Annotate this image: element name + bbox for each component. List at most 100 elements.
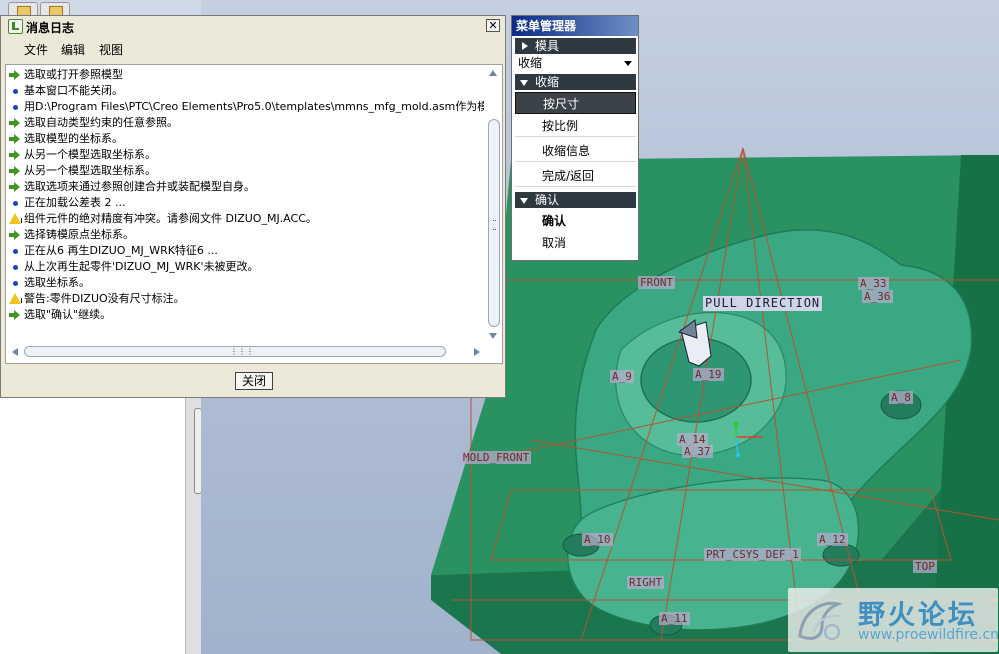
horizontal-scrollbar[interactable]: ⋮⋮⋮ — [8, 345, 484, 359]
dimension-label[interactable]: A_8 — [889, 391, 913, 404]
menu-section-confirm[interactable]: 确认 — [515, 192, 636, 208]
dimension-label[interactable]: A_10 — [582, 533, 613, 546]
message-text: 正在加载公差表 2 ... — [24, 196, 126, 209]
watermark-logo — [798, 601, 843, 640]
scroll-thumb[interactable]: ⋮⋮⋮ — [24, 346, 446, 357]
message-row: 从另一个模型选取坐标系。 — [8, 147, 484, 163]
close-icon[interactable]: ✕ — [486, 19, 500, 32]
datum-label[interactable]: FRONT — [638, 276, 676, 289]
csys-label[interactable]: PRT_CSYS_DEF_1 — [704, 548, 801, 561]
dimension-label[interactable]: A_12 — [817, 533, 848, 546]
warning-icon — [9, 293, 22, 304]
info-bullet-icon — [13, 281, 18, 286]
message-text: 用D:\Program Files\PTC\Creo Elements\Pro5… — [24, 100, 484, 113]
message-row: 组件元件的绝对精度有冲突。请参阅文件 DIZUO_MJ.ACC。 — [8, 211, 484, 227]
pull-direction-label: PULL DIRECTION — [703, 296, 823, 311]
info-bullet-icon — [13, 89, 18, 94]
message-log-window: 消息日志 ✕ 文件 编辑 视图 选取或打开参照模型 基本窗口不能关闭。用D:\Pr… — [0, 15, 506, 398]
info-bullet-icon — [13, 249, 18, 254]
dimension-label[interactable]: A_11 — [659, 612, 690, 625]
watermark-url: www.proewildfire.cn — [858, 627, 999, 643]
prompt-arrow-icon — [9, 118, 21, 128]
dimension-label[interactable]: A_33 — [858, 277, 889, 290]
message-row: 用D:\Program Files\PTC\Creo Elements\Pro5… — [8, 99, 484, 115]
message-text: 正在从6 再生DIZUO_MJ_WRK特征6 ... — [24, 244, 218, 257]
prompt-arrow-icon — [9, 134, 21, 144]
info-bullet-icon — [13, 105, 18, 110]
message-text: 选择铸模原点坐标系。 — [24, 228, 134, 241]
message-row: 基本窗口不能关闭。 — [8, 83, 484, 99]
info-bullet-icon — [13, 201, 18, 206]
message-text: 从另一个模型选取坐标系。 — [24, 148, 156, 161]
collapsed-triangle-icon — [522, 42, 528, 50]
datum-label[interactable]: MOLD_FRONT — [461, 451, 532, 464]
message-row: 正在从6 再生DIZUO_MJ_WRK特征6 ... — [8, 243, 484, 259]
message-row: 选取或打开参照模型 — [8, 67, 484, 83]
expanded-triangle-icon — [520, 80, 528, 86]
message-row: 正在加载公差表 2 ... — [8, 195, 484, 211]
message-text: 基本窗口不能关闭。 — [24, 84, 123, 97]
datum-label[interactable]: RIGHT — [627, 576, 665, 589]
message-text: 选取选项来通过参照创建合并或装配模型自身。 — [24, 180, 255, 193]
dimension-label[interactable]: A_9 — [610, 370, 634, 383]
prompt-arrow-icon — [9, 230, 21, 240]
menu-item-done-return[interactable]: 完成/返回 — [515, 165, 636, 187]
message-text: 从上次再生起零件'DIZUO_MJ_WRK'未被更改。 — [24, 260, 259, 273]
datum-label[interactable]: TOP — [913, 560, 937, 573]
menu-file[interactable]: 文件 — [24, 41, 48, 58]
message-row: 选取选项来通过参照创建合并或装配模型自身。 — [8, 179, 484, 195]
menu-edit[interactable]: 编辑 — [61, 41, 85, 58]
menu-manager: 菜单管理器 模具 收缩 收缩 按尺寸 按比例 收缩信息 完成/返回 确认 确认 … — [511, 15, 639, 261]
section-label: 模具 — [535, 39, 560, 53]
section-label: 收缩 — [535, 75, 560, 89]
chevron-down-icon — [624, 61, 632, 66]
dimension-label[interactable]: A_37 — [682, 445, 713, 458]
warning-icon — [9, 213, 22, 224]
message-list-panel: 选取或打开参照模型 基本窗口不能关闭。用D:\Program Files\PTC\… — [5, 64, 503, 364]
info-bullet-icon — [13, 265, 18, 270]
menu-item-confirm[interactable]: 确认 — [515, 210, 636, 232]
message-row: 选取坐标系。 — [8, 275, 484, 291]
message-text: 从另一个模型选取坐标系。 — [24, 164, 156, 177]
menu-view[interactable]: 视图 — [99, 41, 123, 58]
scroll-right-icon[interactable] — [474, 348, 480, 356]
menu-item-cancel[interactable]: 取消 — [515, 232, 636, 254]
prompt-arrow-icon — [9, 70, 21, 80]
part-hole — [822, 543, 860, 567]
message-log-titlebar[interactable]: 消息日志 ✕ — [2, 17, 504, 36]
scroll-left-icon[interactable] — [12, 348, 18, 356]
message-row: 从另一个模型选取坐标系。 — [8, 163, 484, 179]
message-text: 选取或打开参照模型 — [24, 68, 123, 81]
dimension-label[interactable]: A_19 — [693, 368, 724, 381]
menubar: 文件 编辑 视图 — [2, 38, 504, 58]
prompt-arrow-icon — [9, 150, 21, 160]
menu-dropdown[interactable]: 收缩 — [515, 54, 636, 72]
scroll-down-icon[interactable] — [489, 333, 497, 339]
grip-icon: ⋮⋮⋮ — [230, 347, 254, 356]
scroll-up-icon[interactable] — [489, 70, 497, 76]
message-text: 选取模型的坐标系。 — [24, 132, 123, 145]
close-button[interactable]: 关闭 — [235, 372, 273, 390]
vertical-scrollbar[interactable] — [487, 67, 501, 343]
app-icon — [8, 19, 23, 34]
menu-item-shrink-info[interactable]: 收缩信息 — [515, 140, 636, 162]
message-row: 选取自动类型约束的任意参照。 — [8, 115, 484, 131]
menu-section-shrink[interactable]: 收缩 — [515, 74, 636, 90]
grip-icon — [493, 220, 496, 230]
message-row: 选择铸模原点坐标系。 — [8, 227, 484, 243]
prompt-arrow-icon — [9, 310, 21, 320]
menu-manager-title[interactable]: 菜单管理器 — [512, 16, 638, 36]
watermark: 野火论坛 www.proewildfire.cn — [788, 588, 999, 652]
dimension-label[interactable]: A_36 — [862, 290, 893, 303]
message-row: 选取"确认"继续。 — [8, 307, 484, 323]
scroll-thumb[interactable] — [488, 119, 500, 327]
menu-item-by-scale[interactable]: 按比例 — [515, 115, 636, 137]
menu-section-mold[interactable]: 模具 — [515, 38, 636, 54]
prompt-arrow-icon — [9, 182, 21, 192]
window-title: 消息日志 — [26, 21, 75, 35]
message-list: 选取或打开参照模型 基本窗口不能关闭。用D:\Program Files\PTC\… — [8, 67, 484, 343]
expanded-triangle-icon — [520, 198, 528, 204]
menu-item-by-dimension[interactable]: 按尺寸 — [515, 92, 636, 114]
message-text: 选取"确认"继续。 — [24, 308, 112, 321]
dropdown-value: 收缩 — [518, 56, 543, 70]
